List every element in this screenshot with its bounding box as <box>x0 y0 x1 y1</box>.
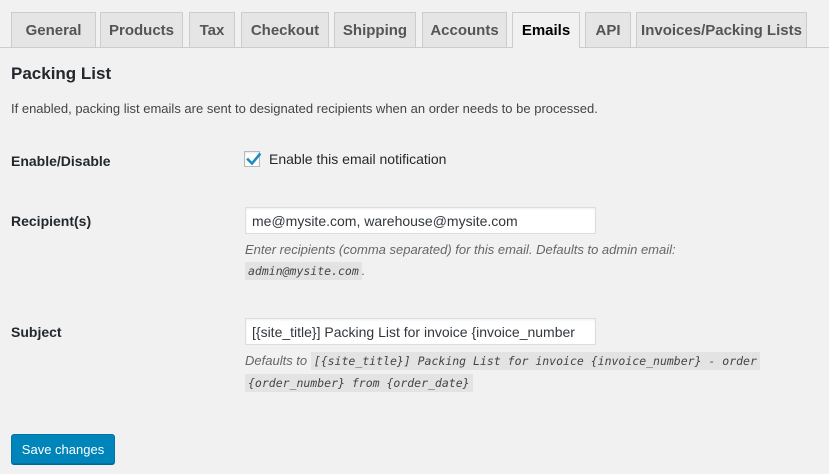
enable-disable-label: Enable/Disable <box>11 153 111 169</box>
tab-invoices-packing-lists[interactable]: Invoices/Packing Lists <box>636 12 807 47</box>
settings-tabs: General Products Tax Checkout Shipping A… <box>0 0 829 48</box>
tab-api[interactable]: API <box>585 12 631 47</box>
checkmark-icon <box>246 152 262 166</box>
tab-general[interactable]: General <box>11 12 96 47</box>
tab-label: Tax <box>199 21 225 39</box>
tab-products[interactable]: Products <box>100 12 183 47</box>
recipients-input[interactable]: me@mysite.com, warehouse@mysite.com <box>245 207 596 234</box>
tab-divider <box>0 47 829 48</box>
section-description: If enabled, packing list emails are sent… <box>11 101 598 116</box>
recipients-help-text: Enter recipients (comma separated) for t… <box>245 242 676 257</box>
tab-label: Products <box>108 21 174 39</box>
save-changes-button[interactable]: Save changes <box>11 434 115 464</box>
tab-label: General <box>25 21 82 39</box>
tab-shipping[interactable]: Shipping <box>334 12 416 47</box>
section-title: Packing List <box>11 64 112 83</box>
enable-checkbox[interactable] <box>244 151 262 167</box>
subject-label: Subject <box>11 324 62 340</box>
subject-default-code-line2: {order_number} from {order_date} <box>245 374 473 392</box>
admin-email-code: admin@mysite.com <box>245 262 362 280</box>
tab-checkout[interactable]: Checkout <box>241 12 329 47</box>
tab-label: Checkout <box>250 21 320 39</box>
tab-label: Invoices/Packing Lists <box>641 21 802 39</box>
tab-label: Emails <box>521 22 571 39</box>
tab-label: Shipping <box>342 21 408 39</box>
subject-default-code-line1: [{site_title}] Packing List for invoice … <box>310 352 760 370</box>
recipients-label: Recipient(s) <box>11 213 92 229</box>
subject-help: Defaults to [{site_title}] Packing List … <box>245 350 815 394</box>
subject-help-text: Defaults to <box>245 353 308 368</box>
tab-accounts[interactable]: Accounts <box>422 12 507 47</box>
tab-label: API <box>595 21 621 39</box>
tab-label: Accounts <box>430 21 499 39</box>
enable-checkbox-label[interactable]: Enable this email notification <box>269 151 446 167</box>
tab-emails[interactable]: Emails <box>512 12 580 48</box>
recipients-help: Enter recipients (comma separated) for t… <box>245 239 725 282</box>
recipients-help-suffix: . <box>361 263 366 278</box>
tab-tax[interactable]: Tax <box>189 12 235 47</box>
subject-input[interactable]: [{site_title}] Packing List for invoice … <box>245 318 596 345</box>
